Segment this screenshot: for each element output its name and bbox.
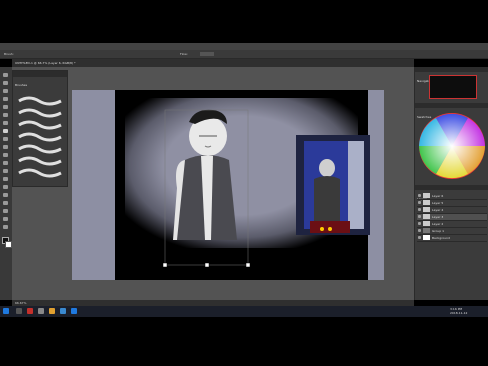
app-icon[interactable]: [60, 308, 66, 314]
history-brush-tool-icon[interactable]: [3, 145, 8, 149]
visibility-eye-icon[interactable]: [418, 201, 421, 204]
transform-handle: [162, 262, 168, 268]
zoom-tool-icon[interactable]: [3, 225, 8, 229]
document-tab-bar: UNTITLED-1 @ 66.7% (Layer 6, RGB/8) *: [12, 59, 414, 67]
windows-start-icon[interactable]: [3, 308, 9, 314]
visibility-eye-icon[interactable]: [418, 236, 421, 239]
color-wheel[interactable]: [417, 111, 487, 181]
gradient-tool-icon[interactable]: [3, 161, 8, 165]
move-tool-icon[interactable]: [3, 73, 8, 77]
windows-taskbar: 3:16 PM 2018-11-12: [0, 306, 488, 317]
layer-row[interactable]: Layer 6: [417, 193, 487, 200]
visibility-eye-icon[interactable]: [418, 194, 421, 197]
tools-panel: [0, 67, 12, 300]
visibility-eye-icon[interactable]: [418, 229, 421, 232]
pen-tool-icon[interactable]: [3, 185, 8, 189]
blur-tool-icon[interactable]: [3, 169, 8, 173]
clone-stamp-tool-icon[interactable]: [3, 137, 8, 141]
flow-input[interactable]: [200, 52, 214, 56]
visibility-eye-icon[interactable]: [418, 222, 421, 225]
brush-options-label[interactable]: Brush:: [4, 52, 14, 56]
app-icon[interactable]: [27, 308, 33, 314]
layer-row-selected[interactable]: Layer 3: [417, 214, 487, 221]
layer-row[interactable]: Layer 4: [417, 207, 487, 214]
marquee-tool-icon[interactable]: [3, 81, 8, 85]
search-icon[interactable]: [16, 308, 22, 314]
eyedropper-tool-icon[interactable]: [3, 113, 8, 117]
flow-options-label[interactable]: Flow:: [180, 52, 188, 56]
layer-row[interactable]: Background: [417, 235, 487, 242]
eraser-tool-icon[interactable]: [3, 153, 8, 157]
clock-date[interactable]: 2018-11-12: [450, 311, 467, 315]
quick-select-tool-icon[interactable]: [3, 97, 8, 101]
layer-group-row[interactable]: Group 1: [417, 228, 487, 235]
brush-stroke-previews[interactable]: [13, 77, 67, 185]
brush-tool-icon[interactable]: [3, 129, 8, 133]
document-tab[interactable]: UNTITLED-1 @ 66.7% (Layer 6, RGB/8) *: [15, 61, 76, 65]
path-select-tool-icon[interactable]: [3, 201, 8, 205]
folder-icon[interactable]: [49, 308, 55, 314]
photoshop-icon[interactable]: [71, 308, 77, 314]
navigator-thumbnail[interactable]: [429, 75, 477, 99]
visibility-eye-icon[interactable]: [418, 215, 421, 218]
crop-tool-icon[interactable]: [3, 105, 8, 109]
menu-bar: Ps File Edit Image Layer Type Select Fil…: [0, 43, 488, 59]
background-color-swatch[interactable]: [5, 241, 12, 248]
shape-tool-icon[interactable]: [3, 209, 8, 213]
right-panels: Navigator Swatches Layers Layer 6 Layer …: [414, 67, 488, 300]
transform-handle: [245, 262, 251, 268]
layer-row[interactable]: Layer 5: [417, 200, 487, 207]
transform-handle: [204, 262, 210, 268]
healing-tool-icon[interactable]: [3, 121, 8, 125]
visibility-eye-icon[interactable]: [418, 208, 421, 211]
zoom-level[interactable]: 66.67%: [15, 301, 26, 305]
app-icon[interactable]: [38, 308, 44, 314]
options-bar: Brush: Flow:: [0, 50, 488, 59]
lasso-tool-icon[interactable]: [3, 89, 8, 93]
brushes-panel: Brushes: [12, 70, 68, 187]
layer-row[interactable]: Layer 2: [417, 221, 487, 228]
type-tool-icon[interactable]: [3, 193, 8, 197]
hand-tool-icon[interactable]: [3, 217, 8, 221]
reference-photo[interactable]: [296, 135, 370, 235]
dodge-tool-icon[interactable]: [3, 177, 8, 181]
